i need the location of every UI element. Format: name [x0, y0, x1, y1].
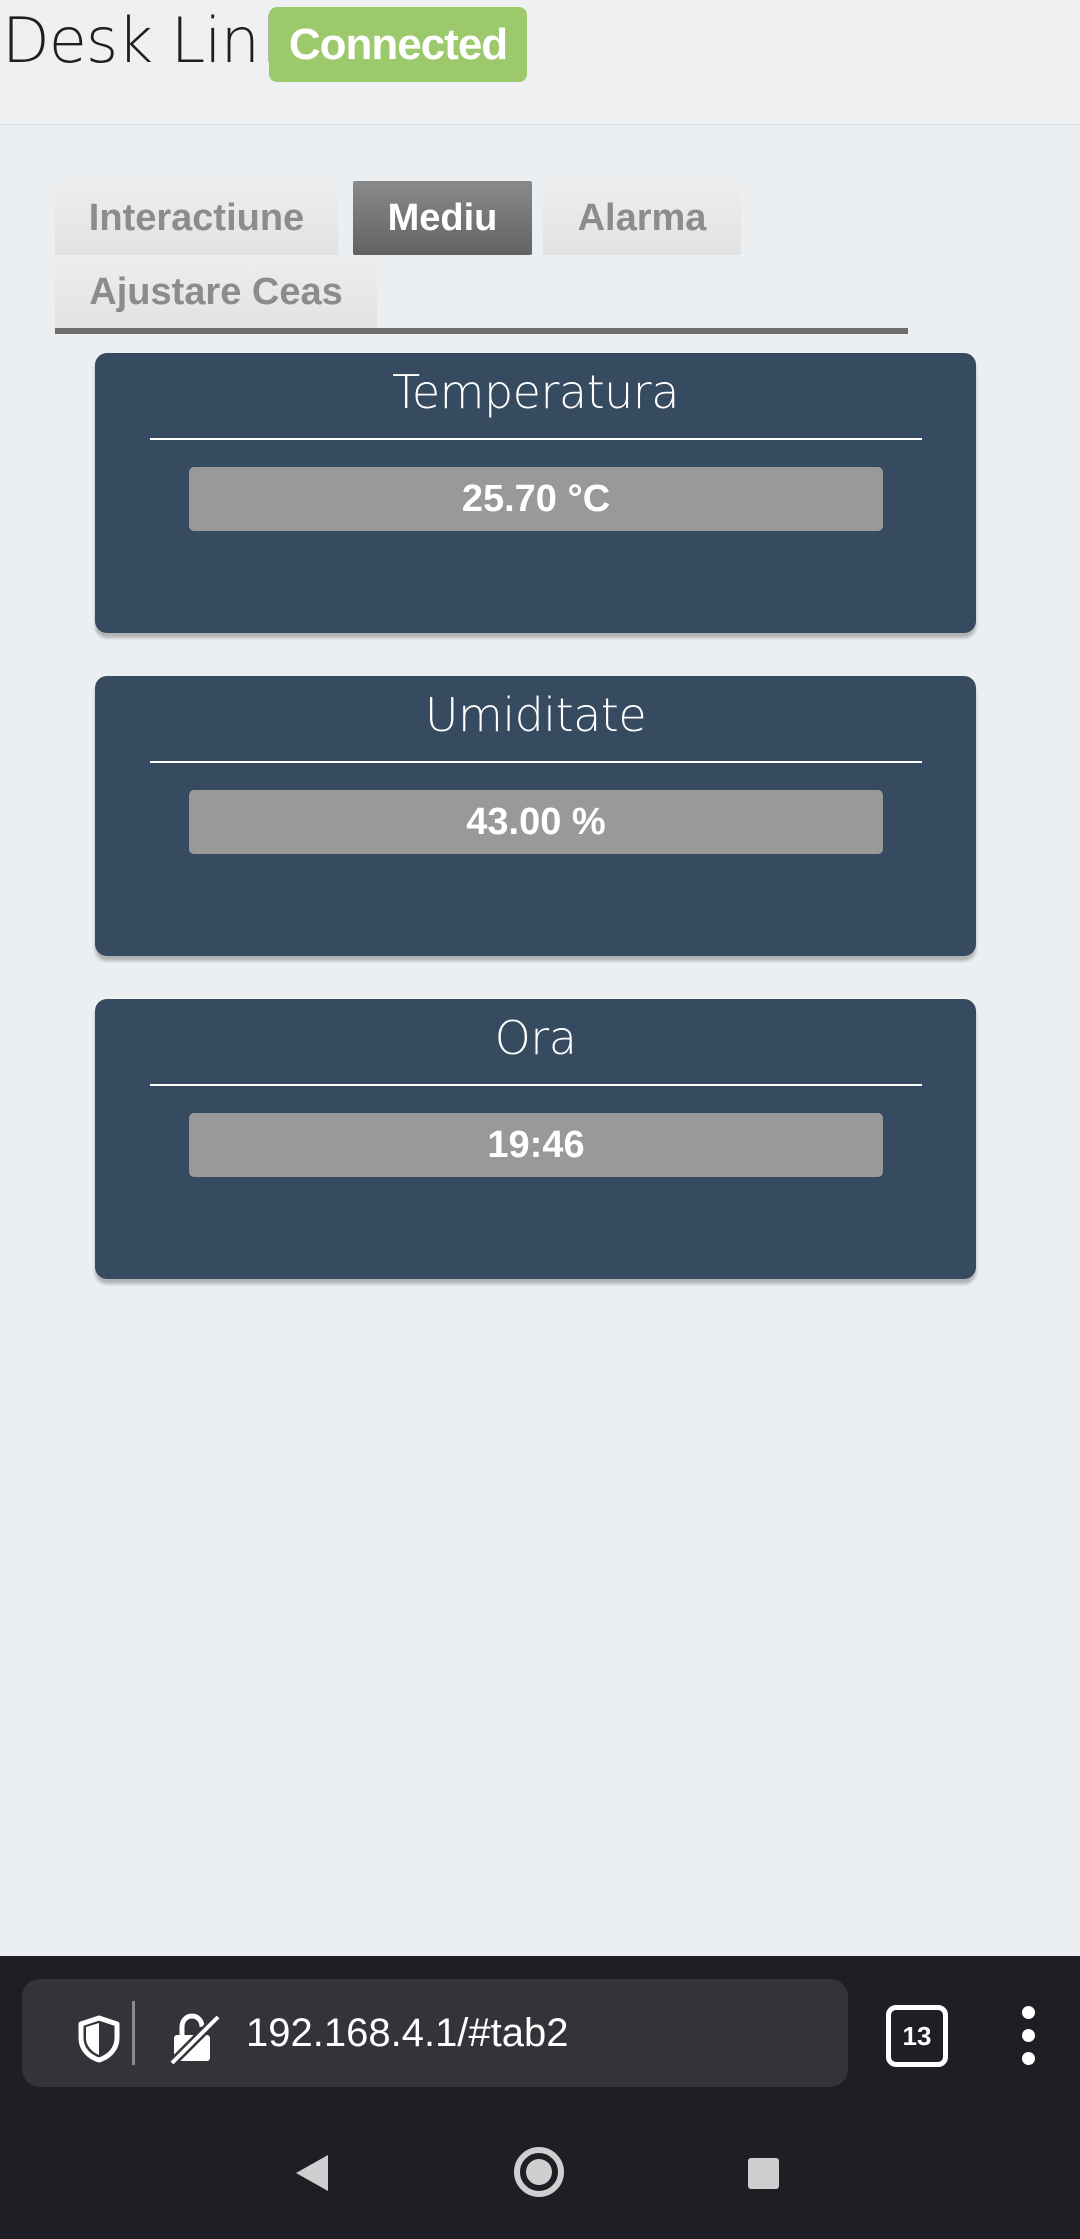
app-title: Desk Link [2, 4, 295, 77]
shield-icon[interactable] [74, 2014, 124, 2064]
browser-toolbar: 192.168.4.1/#tab2 13 [0, 1956, 1080, 2098]
card-ora: Ora 19:46 [95, 999, 976, 1279]
lock-off-icon[interactable] [166, 2011, 222, 2067]
temperature-value: 25.70 °C [189, 467, 883, 531]
card-title: Umiditate [424, 688, 647, 742]
system-nav-bar [0, 2098, 1080, 2239]
app-header: Desk Link Connected [0, 0, 1080, 125]
more-vertical-icon[interactable] [1014, 2006, 1046, 2066]
address-bar[interactable]: 192.168.4.1/#tab2 [22, 1979, 848, 2087]
time-value: 19:46 [189, 1113, 883, 1177]
connection-status-badge: Connected [269, 7, 527, 82]
card-divider [150, 438, 922, 440]
nav-recent-icon[interactable] [748, 2158, 779, 2189]
nav-home-icon[interactable] [514, 2147, 564, 2197]
url-text[interactable]: 192.168.4.1/#tab2 [246, 1979, 569, 2087]
card-temperatura: Temperatura 25.70 °C [95, 353, 976, 633]
tabs-underline [55, 328, 908, 334]
tab-interactiune[interactable]: Interactiune [55, 181, 338, 255]
card-divider [150, 1084, 922, 1086]
card-title: Ora [494, 1011, 577, 1065]
humidity-value: 43.00 % [189, 790, 883, 854]
card-title: Temperatura [392, 365, 679, 419]
tab-mediu[interactable]: Mediu [353, 181, 532, 255]
card-umiditate: Umiditate 43.00 % [95, 676, 976, 956]
tab-alarma[interactable]: Alarma [543, 181, 741, 255]
tab-ajustare-ceas[interactable]: Ajustare Ceas [55, 255, 377, 329]
card-divider [150, 761, 922, 763]
address-separator [132, 2001, 135, 2065]
nav-back-icon[interactable] [292, 2152, 332, 2194]
tab-count-button[interactable]: 13 [886, 2005, 948, 2067]
